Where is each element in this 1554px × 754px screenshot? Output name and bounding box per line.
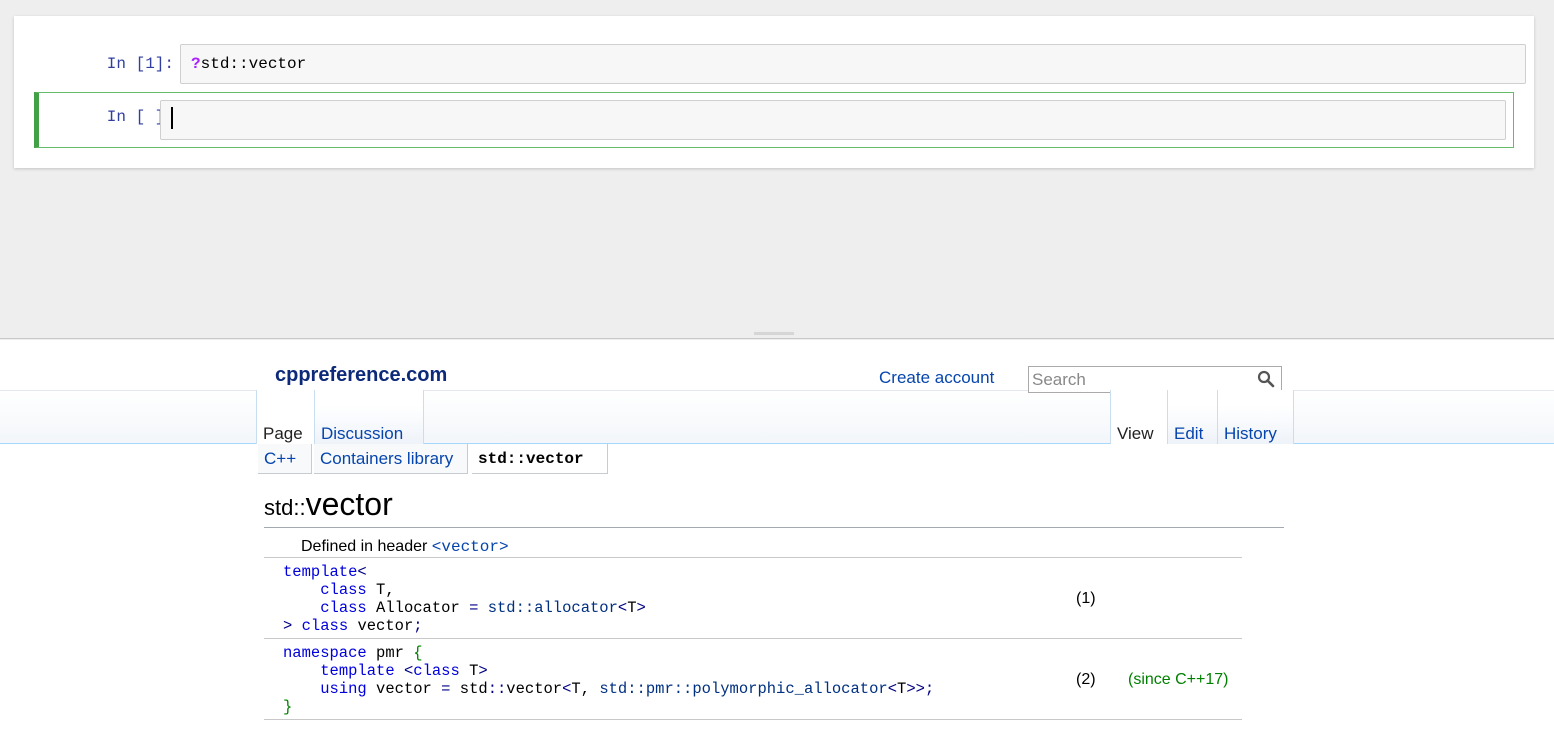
code-token: class [320,599,367,617]
code-token: >> [906,680,925,698]
code-token: T [897,680,907,698]
search-placeholder: Search [1032,370,1086,389]
breadcrumb-current: std::vector [472,444,608,474]
defined-in-label: Defined in header [301,538,428,555]
title-namespace: std:: [264,495,306,520]
code-token[interactable]: std::pmr::polymorphic_allocator [599,680,887,698]
tab-history-label: History [1224,424,1277,443]
code-token: template [320,662,395,680]
code-token: template [283,563,358,581]
splitter-grip[interactable] [754,332,794,335]
cell-input[interactable] [160,100,1506,140]
tab-edit-label: Edit [1174,424,1204,443]
declaration-number: (1) [1076,590,1096,607]
code-token[interactable]: std::allocator [488,599,618,617]
code-token: { [413,644,423,662]
site-logo[interactable]: cppreference.com [275,364,447,387]
declaration-number: (2) [1076,671,1096,688]
pager-splitter[interactable] [0,330,1554,340]
page-title: std::vector [264,486,1284,528]
code-token: class [301,617,349,635]
code-token: < [617,599,628,617]
breadcrumb-label: std::vector [478,450,584,468]
code-token: ; [924,680,935,698]
tab-discussion[interactable]: Discussion [314,390,424,444]
code-token: T, [366,581,395,599]
code-token: vector [348,617,414,635]
notebook-container: In [1]: ?std::vector In [ ]: [14,16,1534,168]
help-operator: ? [191,55,201,73]
code-token: T [627,599,637,617]
cell-prompt: In [1]: [106,55,174,73]
search-input[interactable]: Search [1028,366,1282,393]
code-token: Allocator [366,599,470,617]
create-account-link[interactable]: Create account [879,368,994,388]
cell-input-text: std::vector [200,55,307,73]
tab-edit[interactable]: Edit [1167,390,1217,444]
breadcrumb-cpp[interactable]: C++ [258,444,312,474]
code-token: > [478,662,488,680]
code-token: using [320,680,367,698]
search-icon[interactable] [1257,370,1275,388]
code-token: class [413,662,460,680]
code-token: T [459,662,479,680]
declaration-row-2: namespace pmr { template <class T> using… [264,639,1242,720]
help-pager: cppreference.com Create account Search P… [0,340,1554,754]
header-link[interactable]: <vector> [432,538,509,556]
breadcrumb-label: Containers library [320,449,454,468]
tab-bar [0,390,1554,444]
code-token: < [357,563,367,581]
code-token: vector [366,680,442,698]
tab-page[interactable]: Page [256,390,314,444]
tab-history[interactable]: History [1217,390,1294,444]
code-token: std [450,680,488,698]
text-cursor [171,107,173,130]
tab-view-label: View [1117,424,1154,443]
title-name: vector [305,486,393,522]
tab-discussion-label: Discussion [321,424,404,443]
code-token: namespace [283,644,367,662]
declaration-table: Defined in header <vector> template< cla… [264,536,1242,720]
code-token: } [283,698,293,716]
splitter-line [0,338,1554,339]
code-token: > [283,617,293,635]
tab-view[interactable]: View [1110,390,1167,444]
tab-page-label: Page [263,424,303,443]
code-token: > [636,599,646,617]
code-token: :: [487,680,507,698]
code-token: vector [506,680,563,698]
code-token: ; [413,617,423,635]
code-token: = [469,599,479,617]
code-cell-2[interactable]: In [ ]: [34,92,1514,148]
since-badge: (since C++17) [1128,671,1229,688]
code-token: < [887,680,897,698]
cell-prompt: In [ ]: [106,108,174,126]
breadcrumb-containers-library[interactable]: Containers library [314,444,468,474]
cell-input[interactable]: ?std::vector [180,44,1526,84]
code-token: T, [571,680,600,698]
code-token: class [320,581,367,599]
code-token: pmr [366,644,414,662]
breadcrumb-label: C++ [264,449,297,468]
declaration-row-1: template< class T, class Allocator = std… [264,558,1242,639]
defined-in-header-row: Defined in header <vector> [264,536,1242,558]
code-token: < [403,662,414,680]
